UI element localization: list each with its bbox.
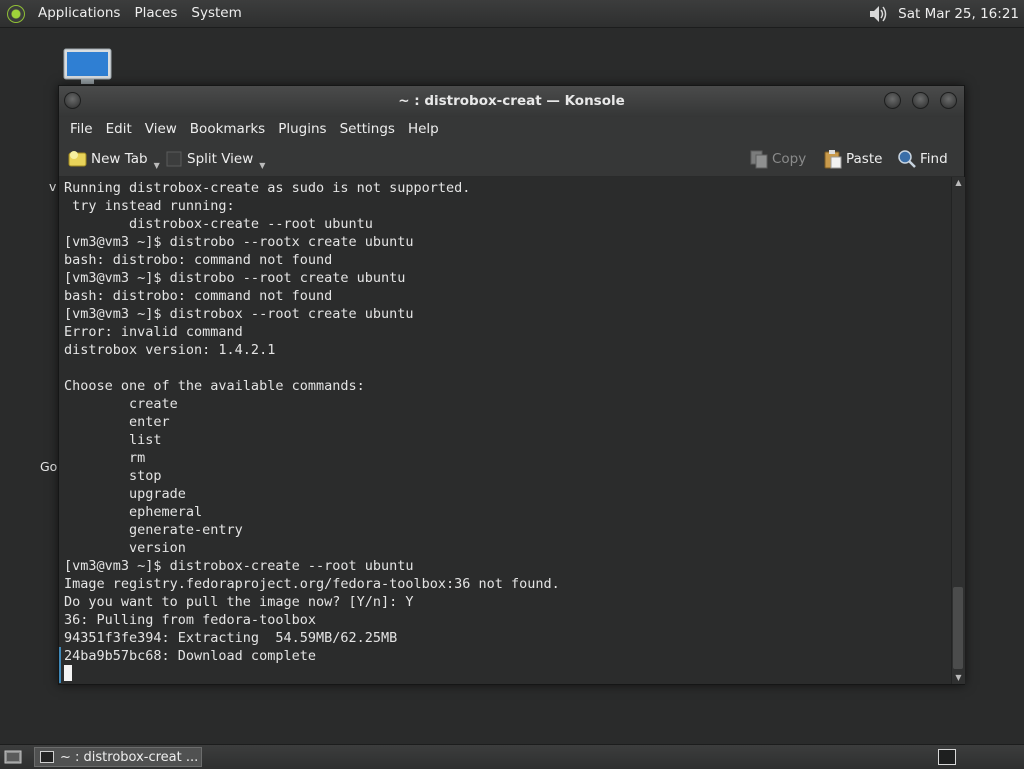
terminal-line: rm — [64, 450, 146, 466]
terminal-line: [vm3@vm3 ~]$ distrobo --rootx create ubu… — [64, 234, 414, 250]
terminal-line: ephemeral — [64, 504, 203, 520]
show-desktop-icon[interactable] — [4, 749, 22, 765]
terminal-line: try instead running: — [64, 198, 235, 214]
menu-file[interactable]: File — [59, 117, 100, 142]
volume-icon[interactable] — [868, 4, 890, 24]
window-titlebar[interactable]: ~ : distrobox-creat — Konsole — [59, 86, 964, 118]
terminal-icon — [40, 751, 54, 763]
scroll-down-arrow-icon[interactable]: ▼ — [952, 672, 965, 684]
desktop-label-left-2: Go — [40, 459, 58, 474]
terminal-line: distrobox-create --root ubuntu — [64, 216, 373, 232]
terminal-line: 36: Pulling from fedora-toolbox — [64, 612, 316, 628]
terminal-line: distrobox version: 1.4.2.1 — [64, 342, 276, 358]
terminal-line: [vm3@vm3 ~]$ distrobox --root create ubu… — [64, 306, 414, 322]
terminal-line: Do you want to pull the image now? [Y/n]… — [64, 594, 414, 610]
terminal-line: [vm3@vm3 ~]$ distrobox-create --root ubu… — [64, 558, 414, 574]
close-button[interactable] — [940, 92, 957, 109]
line-marker — [59, 647, 61, 683]
window-title: ~ : distrobox-creat — Konsole — [398, 93, 625, 109]
terminal-line: Image registry.fedoraproject.org/fedora-… — [64, 576, 560, 592]
terminal-scrollbar[interactable]: ▲ ▼ — [951, 177, 965, 684]
terminal-line: enter — [64, 414, 170, 430]
konsole-window: ~ : distrobox-creat — Konsole File Edit … — [58, 85, 965, 685]
find-button[interactable]: Find — [897, 148, 948, 170]
terminal-line: bash: distrobo: command not found — [64, 288, 333, 304]
paste-button[interactable]: Paste — [823, 148, 882, 170]
terminal-line: Error: invalid command — [64, 324, 243, 340]
toolbar: New Tab ▼ Split View ▼ Copy Paste Find — [59, 142, 964, 177]
menu-plugins[interactable]: Plugins — [272, 117, 333, 142]
menu-applications[interactable]: Applications — [31, 0, 127, 27]
paste-label: Paste — [846, 151, 883, 167]
terminal-line: Choose one of the available commands: — [64, 378, 365, 394]
split-view-button[interactable]: Split View ▼ — [164, 148, 265, 170]
menubar: File Edit View Bookmarks Plugins Setting… — [59, 117, 964, 142]
copy-button[interactable]: Copy — [749, 148, 806, 170]
terminal-line: [vm3@vm3 ~]$ distrobo --root create ubun… — [64, 270, 406, 286]
search-icon — [897, 149, 917, 169]
paste-icon — [823, 149, 843, 169]
maximize-button[interactable] — [912, 92, 929, 109]
menu-edit[interactable]: Edit — [100, 117, 139, 142]
menu-help[interactable]: Help — [402, 117, 446, 142]
copy-label: Copy — [772, 151, 807, 167]
scroll-up-arrow-icon[interactable]: ▲ — [952, 177, 965, 189]
terminal-line: bash: distrobo: command not found — [64, 252, 333, 268]
menu-view[interactable]: View — [139, 117, 184, 142]
terminal-line: stop — [64, 468, 162, 484]
copy-icon — [749, 149, 769, 169]
tray-terminal-icon[interactable] — [938, 749, 956, 765]
scrollbar-thumb[interactable] — [953, 587, 963, 669]
terminal-line: 94351f3fe394: Extracting 54.59MB/62.25MB — [64, 630, 398, 646]
terminal-cursor — [64, 665, 72, 681]
terminal-line: generate-entry — [64, 522, 243, 538]
new-tab-dropdown-icon[interactable]: ▼ — [154, 161, 160, 170]
minimize-button[interactable] — [884, 92, 901, 109]
computer-icon[interactable] — [63, 48, 112, 88]
terminal-line: list — [64, 432, 162, 448]
taskbar-konsole-label: ~ : distrobox-creat ... — [60, 749, 199, 765]
terminal-line: Running distrobox-create as sudo is not … — [64, 180, 471, 196]
new-tab-button[interactable]: New Tab ▼ — [68, 148, 160, 170]
menu-system[interactable]: System — [184, 0, 248, 27]
menu-bookmarks[interactable]: Bookmarks — [184, 117, 272, 142]
terminal-line: create — [64, 396, 178, 412]
top-panel: Applications Places System Sat Mar 25, 1… — [0, 0, 1024, 28]
desktop-label-left-1: v — [49, 179, 57, 194]
panel-tray: Sat Mar 25, 16:21 — [868, 0, 1024, 27]
terminal-line: version — [64, 540, 186, 556]
new-tab-icon — [68, 149, 88, 169]
taskbar-konsole-button[interactable]: ~ : distrobox-creat ... — [34, 747, 202, 767]
clock[interactable]: Sat Mar 25, 16:21 — [898, 6, 1024, 22]
terminal-line: 24ba9b57bc68: Download complete — [64, 648, 316, 664]
bottom-panel: ~ : distrobox-creat ... — [0, 744, 1024, 769]
terminal-output[interactable]: Running distrobox-create as sudo is not … — [59, 177, 951, 684]
split-view-label: Split View — [187, 151, 254, 167]
terminal-line: upgrade — [64, 486, 186, 502]
terminal-lines: Running distrobox-create as sudo is not … — [64, 179, 560, 665]
distro-logo-icon[interactable] — [7, 4, 25, 23]
split-view-icon — [164, 149, 184, 169]
new-tab-label: New Tab — [91, 151, 148, 167]
menu-places[interactable]: Places — [127, 0, 184, 27]
menu-settings[interactable]: Settings — [334, 117, 402, 142]
split-view-dropdown-icon[interactable]: ▼ — [259, 161, 265, 170]
find-label: Find — [920, 151, 948, 167]
